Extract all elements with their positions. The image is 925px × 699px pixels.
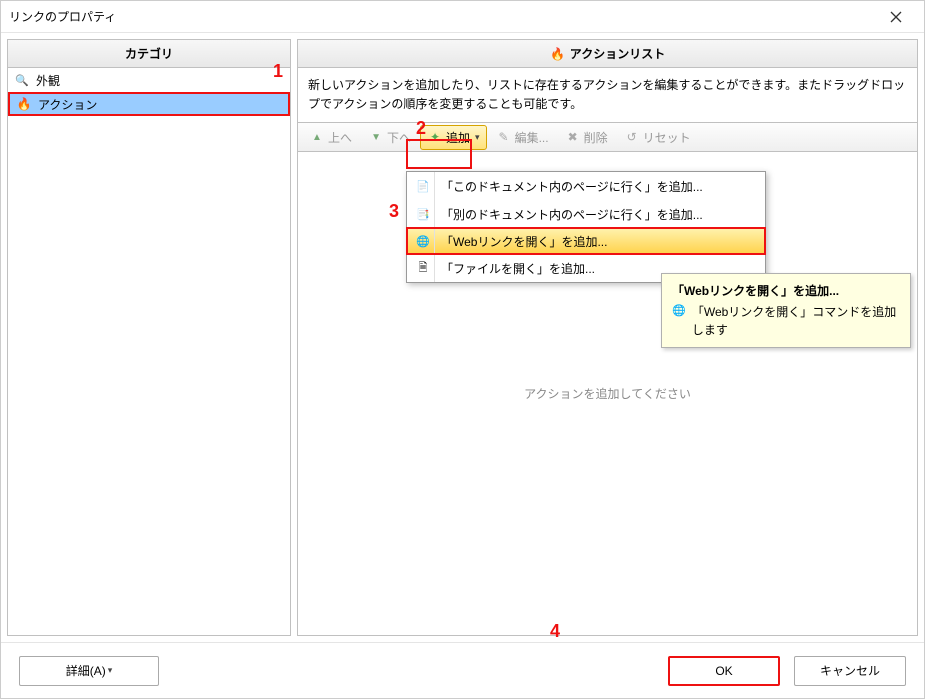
- toolbar-add-button[interactable]: 追加: [420, 125, 487, 150]
- add-dropdown-menu: 「このドキュメント内のページに行く」を追加... 「別のドキュメント内のページに…: [406, 171, 766, 283]
- spark-icon: [16, 96, 32, 112]
- page-arrow-icon: [415, 206, 431, 222]
- category-label: アクション: [38, 96, 97, 113]
- ok-label: OK: [715, 664, 732, 678]
- toolbar-down-button[interactable]: 下へ: [361, 125, 418, 150]
- category-item-actions[interactable]: アクション: [8, 92, 290, 116]
- magnifier-icon: [14, 72, 30, 88]
- toolbar-add-label: 追加: [446, 129, 470, 146]
- dialog-footer: 詳細(A) OK キャンセル: [1, 642, 924, 698]
- globe-icon: [672, 303, 686, 319]
- spark-icon: [550, 46, 566, 62]
- menu-item-goto-page-other-doc[interactable]: 「別のドキュメント内のページに行く」を追加...: [407, 200, 765, 228]
- menu-separator: [434, 172, 435, 282]
- page-icon: [415, 178, 431, 194]
- menu-item-label: 「別のドキュメント内のページに行く」を追加...: [441, 206, 703, 223]
- toolbar-reset-button[interactable]: リセット: [617, 125, 698, 150]
- tooltip: 「Webリンクを開く」を追加... 「Webリンクを開く」コマンドを追加します: [661, 273, 911, 348]
- arrow-down-icon: [368, 129, 384, 145]
- menu-item-label: 「ファイルを開く」を追加...: [441, 260, 595, 277]
- cancel-button[interactable]: キャンセル: [794, 656, 906, 686]
- plus-icon: [427, 129, 443, 145]
- action-header-label: アクションリスト: [570, 45, 665, 62]
- action-toolbar: 上へ 下へ 追加 編集... 削除: [298, 122, 917, 152]
- tooltip-title: 「Webリンクを開く」を追加...: [672, 282, 900, 299]
- action-description: 新しいアクションを追加したり、リストに存在するアクションを編集することができます…: [298, 68, 917, 122]
- ok-button[interactable]: OK: [668, 656, 780, 686]
- details-button[interactable]: 詳細(A): [19, 656, 159, 686]
- close-button[interactable]: [876, 3, 916, 31]
- details-label: 詳細(A): [66, 662, 106, 679]
- action-placeholder: アクションを追加してください: [524, 385, 691, 402]
- tooltip-text: 「Webリンクを開く」コマンドを追加します: [692, 303, 900, 339]
- dialog-window: リンクのプロパティ カテゴリ 外観 アクション アクションリスト: [0, 0, 925, 699]
- menu-item-open-weblink[interactable]: 「Webリンクを開く」を追加...: [406, 227, 766, 255]
- title-bar: リンクのプロパティ: [1, 1, 924, 33]
- menu-item-label: 「このドキュメント内のページに行く」を追加...: [441, 178, 703, 195]
- globe-icon: [415, 233, 431, 249]
- category-header: カテゴリ: [8, 40, 290, 68]
- arrow-up-icon: [309, 129, 325, 145]
- toolbar-delete-label: 削除: [584, 129, 608, 146]
- toolbar-up-label: 上へ: [328, 129, 352, 146]
- toolbar-up-button[interactable]: 上へ: [302, 125, 359, 150]
- toolbar-reset-label: リセット: [643, 129, 691, 146]
- delete-icon: [565, 129, 581, 145]
- cancel-label: キャンセル: [820, 662, 880, 679]
- edit-icon: [496, 129, 512, 145]
- toolbar-edit-label: 編集...: [515, 129, 549, 146]
- menu-item-goto-page-this-doc[interactable]: 「このドキュメント内のページに行く」を追加...: [407, 172, 765, 200]
- category-panel: カテゴリ 外観 アクション: [7, 39, 291, 636]
- action-header: アクションリスト: [298, 40, 917, 68]
- category-label: 外観: [36, 72, 60, 89]
- reset-icon: [624, 129, 640, 145]
- file-icon: [415, 260, 431, 276]
- toolbar-delete-button[interactable]: 削除: [558, 125, 615, 150]
- toolbar-edit-button[interactable]: 編集...: [489, 125, 556, 150]
- menu-item-label: 「Webリンクを開く」を追加...: [441, 233, 607, 250]
- category-item-appearance[interactable]: 外観: [8, 68, 290, 92]
- window-title: リンクのプロパティ: [9, 8, 876, 25]
- category-list: 外観 アクション: [8, 68, 290, 635]
- toolbar-down-label: 下へ: [387, 129, 411, 146]
- tooltip-body: 「Webリンクを開く」コマンドを追加します: [672, 303, 900, 339]
